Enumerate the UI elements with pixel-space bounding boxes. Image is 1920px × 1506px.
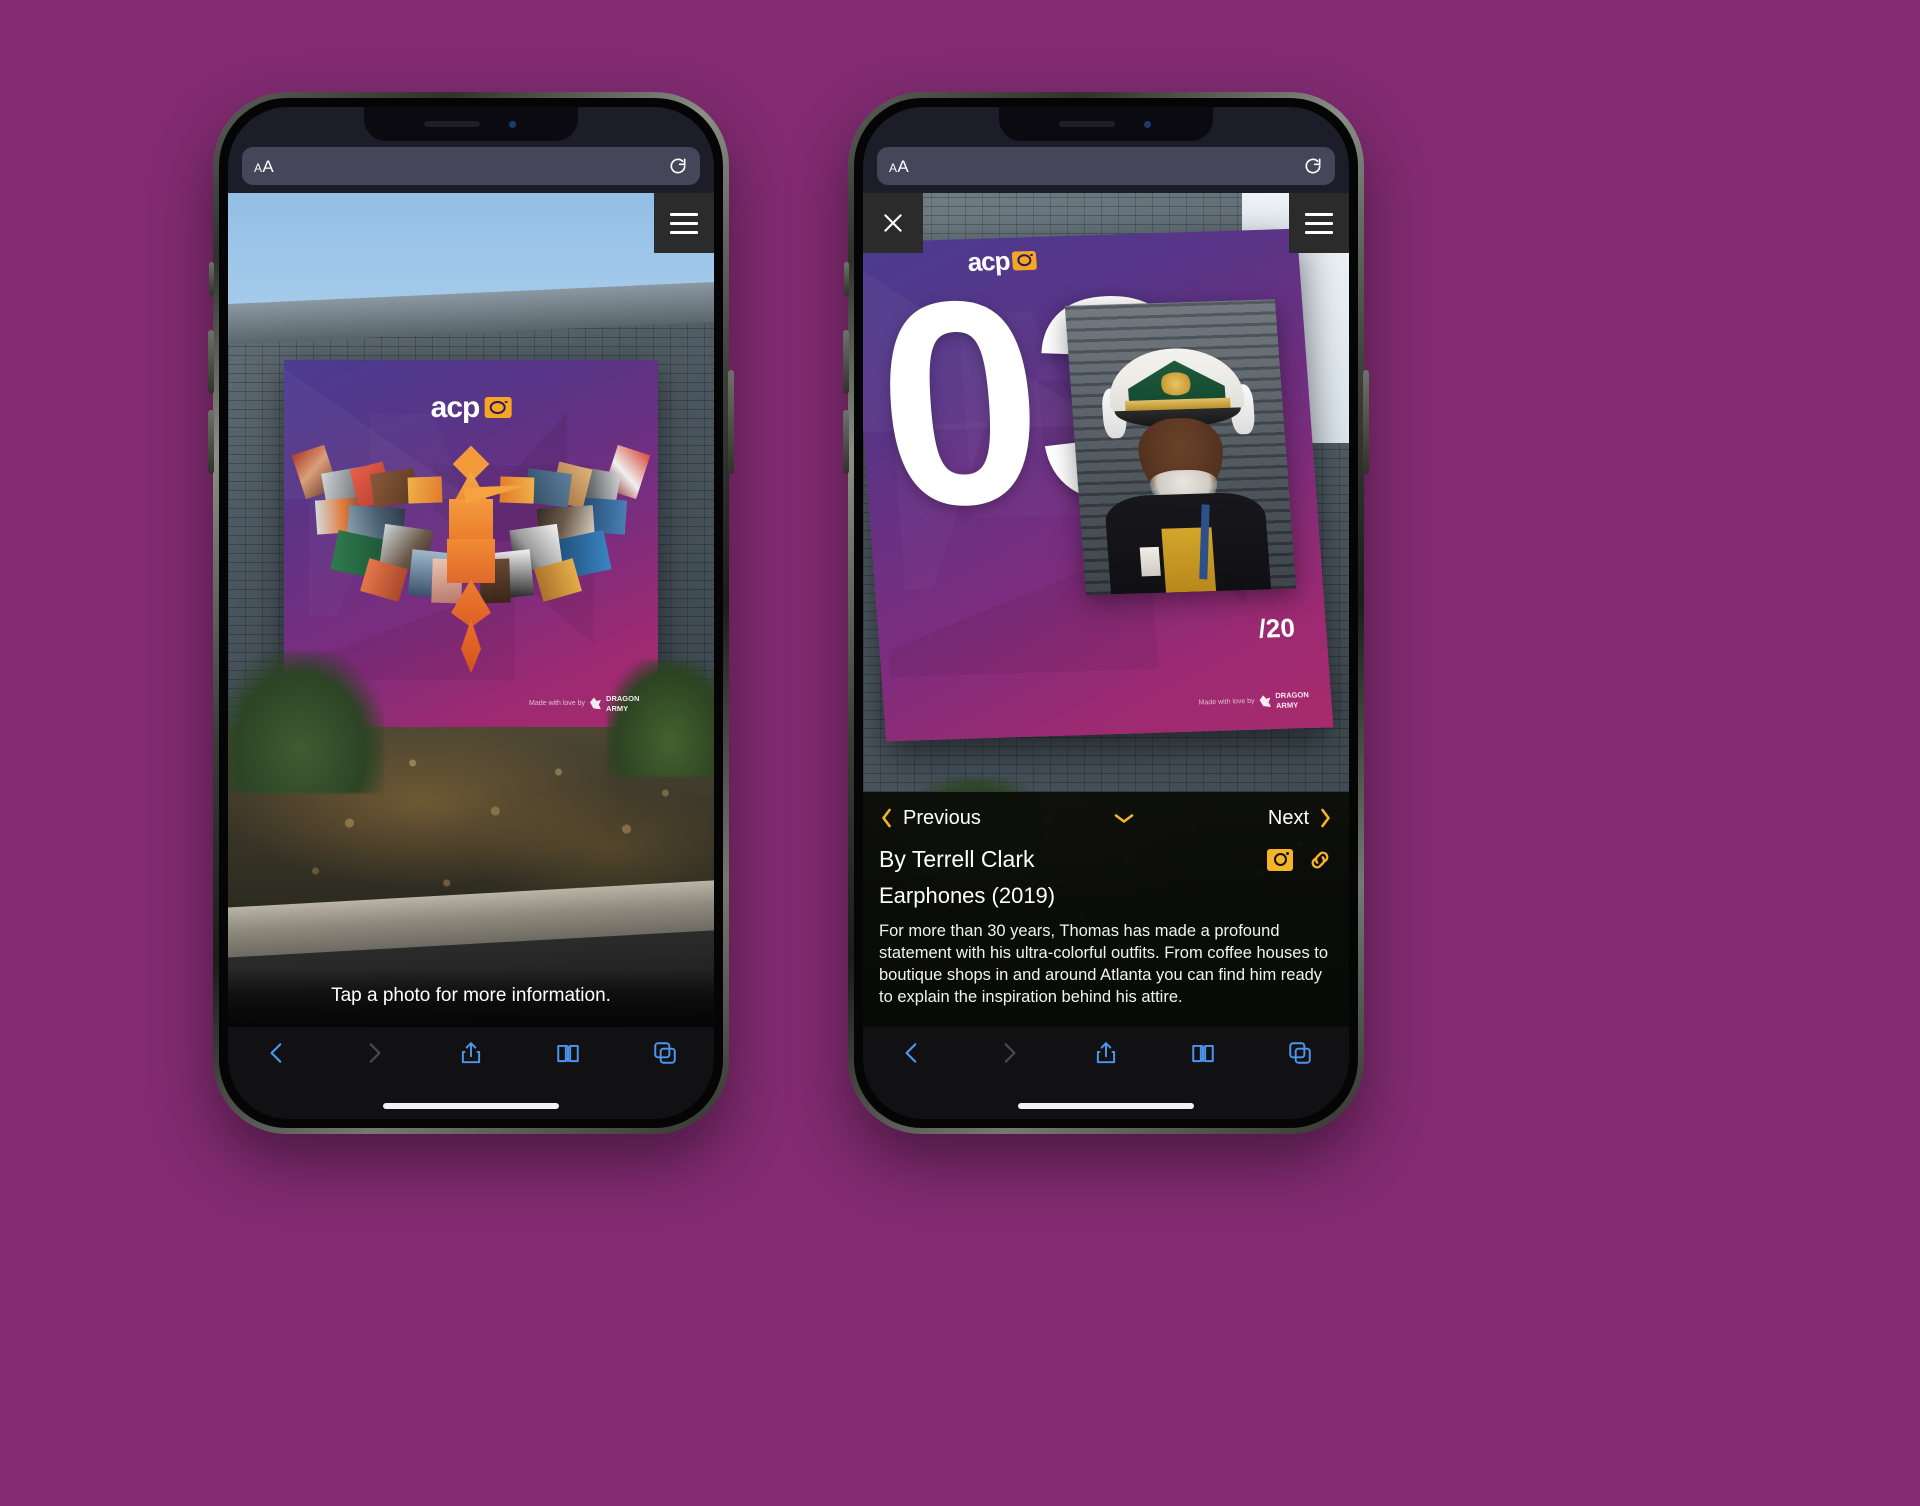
- dragon-army-wordmark: DRAGON ARMY: [606, 693, 640, 713]
- menu-bar: [1305, 230, 1333, 234]
- chevron-right-icon: [1321, 808, 1330, 828]
- camera-icon[interactable]: [1267, 848, 1293, 871]
- share-icon[interactable]: [458, 1039, 484, 1067]
- address-bar[interactable]: AA: [242, 147, 700, 185]
- volume-down-button[interactable]: [843, 410, 849, 474]
- chevron-left-icon: [882, 808, 891, 828]
- brand-line-1: DRAGON: [606, 693, 640, 703]
- volume-up-button[interactable]: [208, 330, 214, 394]
- menu-bar: [670, 221, 698, 225]
- book-icon[interactable]: [555, 1039, 581, 1067]
- shrub-left: [228, 651, 384, 794]
- front-camera-icon: [1140, 117, 1154, 131]
- menu-bar: [1305, 212, 1333, 216]
- tap-hint-caption: Tap a photo for more information.: [228, 969, 714, 1027]
- phone-screen-right: AA 03 acp /20 Made with love by DRAGON A…: [863, 107, 1349, 1119]
- camera-icon: [1011, 250, 1037, 270]
- acp-mural-zoomed[interactable]: 03 acp /20 Made with love by DRAGON ARMY: [863, 228, 1334, 742]
- power-button[interactable]: [1363, 370, 1369, 474]
- hamburger-menu-icon[interactable]: [1289, 193, 1349, 253]
- phone-bezel: AA acp Made with love by DRAGON ARMY Tap…: [219, 98, 723, 1128]
- tabs-icon[interactable]: [1287, 1039, 1313, 1067]
- webview-left: acp Made with love by DRAGON ARMY Tap a …: [228, 193, 714, 1027]
- link-icon[interactable]: [1307, 847, 1333, 873]
- share-icon[interactable]: [1093, 1039, 1119, 1067]
- artwork-title: Earphones (2019): [879, 883, 1056, 909]
- power-button[interactable]: [728, 370, 734, 474]
- tabs-icon[interactable]: [652, 1039, 678, 1067]
- detail-action-icons: [1267, 847, 1333, 873]
- lapel-badge: [1139, 546, 1161, 576]
- forward-chevron-icon[interactable]: [361, 1039, 387, 1067]
- artwork-description: For more than 30 years, Thomas has made …: [879, 922, 1329, 1007]
- brand-line-1: DRAGON: [1274, 689, 1309, 700]
- close-glyph: [884, 214, 902, 232]
- home-indicator[interactable]: [383, 1103, 559, 1109]
- previous-label: Previous: [903, 806, 981, 829]
- home-indicator[interactable]: [1018, 1103, 1194, 1109]
- artwork-detail-panel: Previous Next By Terrell Clark Earphones…: [863, 792, 1349, 1027]
- previous-button[interactable]: Previous: [879, 806, 981, 830]
- notch: [999, 107, 1213, 141]
- menu-bar: [670, 212, 698, 216]
- artwork-number-total: /20: [1257, 612, 1296, 644]
- mural-credit: Made with love by DRAGON ARMY: [1198, 689, 1310, 712]
- detail-nav-row: Previous Next: [879, 806, 1333, 830]
- byline-row: By Terrell Clark: [879, 846, 1333, 873]
- chevron-down-icon[interactable]: [1112, 811, 1136, 826]
- text-size-large-a: A: [262, 156, 274, 176]
- address-bar[interactable]: AA: [877, 147, 1335, 185]
- webview-right: 03 acp /20 Made with love by DRAGON ARMY…: [863, 193, 1349, 1027]
- brand-line-2: ARMY: [606, 703, 629, 713]
- phoenix-collage: [291, 445, 651, 674]
- feather-photo: [407, 476, 443, 504]
- phone-bezel: AA 03 acp /20 Made with love by DRAGON A…: [854, 98, 1358, 1128]
- camera-icon: [484, 397, 512, 419]
- acp-wordmark: acp: [430, 390, 481, 424]
- text-size-button[interactable]: AA: [254, 158, 274, 175]
- volume-down-button[interactable]: [208, 410, 214, 474]
- menu-bar: [670, 230, 698, 234]
- shrub-right: [607, 660, 714, 777]
- volume-up-button[interactable]: [843, 330, 849, 394]
- poster-stage: AA acp Made with love by DRAGON ARMY Tap…: [0, 0, 1920, 1506]
- book-icon[interactable]: [1190, 1039, 1216, 1067]
- menu-bar: [1305, 221, 1333, 225]
- forward-chevron-icon[interactable]: [996, 1039, 1022, 1067]
- phone-screen-left: AA acp Made with love by DRAGON ARMY Tap…: [228, 107, 714, 1119]
- phoenix-body: [448, 499, 493, 542]
- hamburger-menu-icon[interactable]: [654, 193, 714, 253]
- artwork-byline: By Terrell Clark: [879, 846, 1035, 873]
- earpiece-speaker: [1058, 121, 1115, 127]
- mural-photo-scene[interactable]: acp Made with love by DRAGON ARMY: [228, 193, 714, 1027]
- credit-text: Made with love by: [529, 699, 586, 707]
- dragon-icon: [1259, 695, 1271, 707]
- earpiece-speaker: [423, 121, 480, 127]
- mute-switch[interactable]: [209, 262, 214, 296]
- dragon-icon: [590, 697, 602, 710]
- next-label: Next: [1267, 806, 1309, 829]
- brand-line-2: ARMY: [1275, 700, 1299, 711]
- dragon-army-wordmark: DRAGON ARMY: [1274, 689, 1310, 711]
- reload-icon[interactable]: [1303, 156, 1323, 176]
- acp-logo: acp: [430, 390, 512, 424]
- front-camera-icon: [505, 117, 519, 131]
- notch: [364, 107, 578, 141]
- phoenix-body: [446, 539, 495, 584]
- phone-left: AA acp Made with love by DRAGON ARMY Tap…: [208, 92, 734, 1134]
- reload-icon[interactable]: [668, 156, 688, 176]
- mural-credit: Made with love by DRAGON ARMY: [529, 693, 640, 713]
- portrait-photo[interactable]: [1064, 299, 1297, 596]
- phone-right: AA 03 acp /20 Made with love by DRAGON A…: [843, 92, 1369, 1134]
- mute-switch[interactable]: [844, 262, 849, 296]
- next-button[interactable]: Next: [1268, 806, 1333, 830]
- back-chevron-icon[interactable]: [899, 1039, 925, 1067]
- acp-logo-zoomed: acp: [966, 245, 1037, 277]
- acp-wordmark: acp: [966, 245, 1011, 277]
- back-chevron-icon[interactable]: [264, 1039, 290, 1067]
- text-size-large-a: A: [897, 156, 909, 176]
- text-size-button[interactable]: AA: [889, 158, 909, 175]
- credit-text: Made with love by: [1198, 697, 1255, 707]
- close-x-icon[interactable]: [863, 193, 923, 253]
